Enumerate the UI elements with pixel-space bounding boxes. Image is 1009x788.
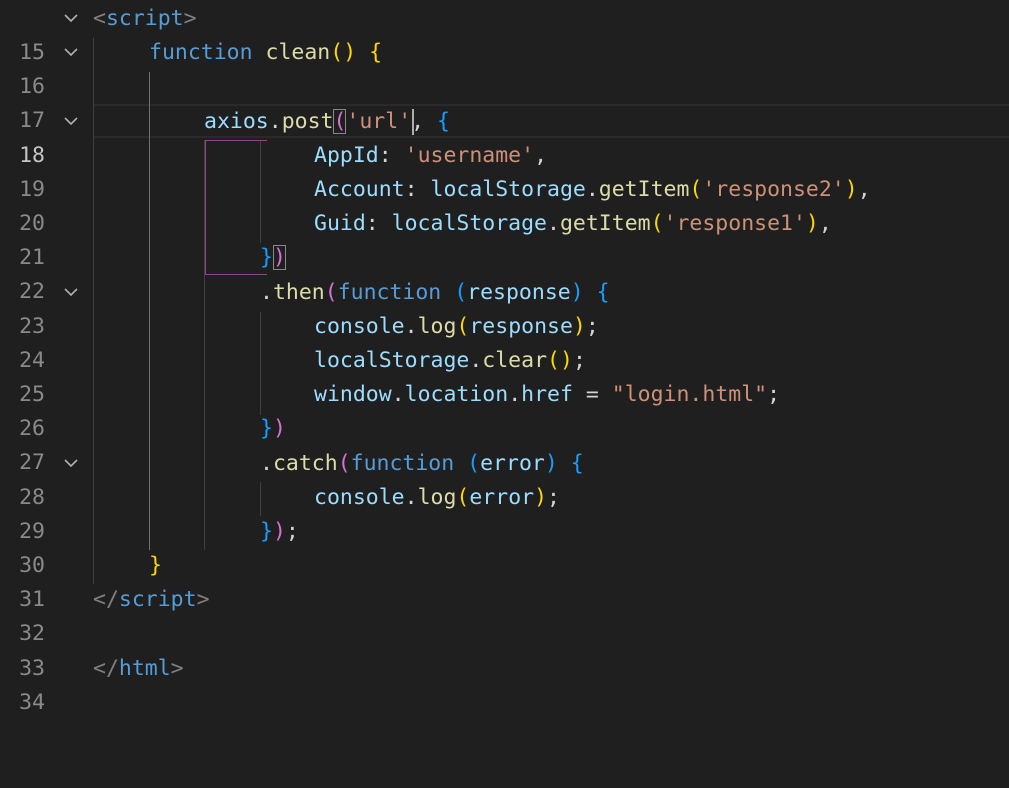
code-text: console.log(response); bbox=[314, 313, 599, 339]
code-line-19[interactable]: 19 AppId: 'username', bbox=[0, 139, 1009, 202]
code-line-32[interactable]: 32 </script> bbox=[0, 583, 1009, 646]
code-line-17[interactable]: 17 bbox=[0, 70, 1009, 133]
code-line-23[interactable]: 23 .then(function (response) { bbox=[0, 276, 1009, 339]
code-text: <script> bbox=[93, 6, 197, 31]
code-text: }); bbox=[260, 519, 299, 544]
code-line-33[interactable]: 33 bbox=[0, 618, 1009, 681]
code-text: }) bbox=[260, 416, 286, 442]
code-line-16[interactable]: 16 function clean() { bbox=[0, 36, 1009, 99]
code-text: Account: localStorage.getItem('response2… bbox=[314, 177, 871, 202]
fold-toggle[interactable] bbox=[62, 447, 82, 481]
code-line-27[interactable]: 27 }) bbox=[0, 412, 1009, 475]
chevron-down-icon bbox=[64, 48, 78, 57]
code-text: localStorage.clear(); bbox=[314, 348, 586, 373]
text-cursor bbox=[412, 109, 414, 135]
code-text: .then(function (response) { bbox=[260, 279, 610, 305]
code-editor[interactable]: 15 <script> 16 function clean() { 17 18 … bbox=[0, 2, 1009, 715]
code-text: window.location.href = "login.html"; bbox=[314, 382, 781, 408]
code-text: </script> bbox=[93, 587, 210, 613]
code-text: AppId: 'username', bbox=[314, 142, 548, 168]
code-line-29[interactable]: 29 console.log(error); bbox=[0, 481, 1009, 544]
code-line-31[interactable]: 31 } bbox=[0, 549, 1009, 612]
code-line-26[interactable]: 26 window.location.href = "login.html"; bbox=[0, 378, 1009, 441]
code-text: }) bbox=[260, 245, 286, 271]
fold-toggle[interactable] bbox=[62, 105, 82, 139]
code-line-24[interactable]: 24 console.log(response); bbox=[0, 310, 1009, 373]
code-text: console.log(error); bbox=[314, 484, 560, 510]
chevron-down-icon bbox=[64, 14, 78, 23]
fold-toggle[interactable] bbox=[62, 276, 82, 310]
code-line-30[interactable]: 30 }); bbox=[0, 515, 1009, 578]
code-line-21[interactable]: 21 Guid: localStorage.getItem('response1… bbox=[0, 207, 1009, 270]
code-line-20[interactable]: 20 Account: localStorage.getItem('respon… bbox=[0, 173, 1009, 236]
fold-toggle[interactable] bbox=[62, 36, 82, 70]
fold-toggle[interactable] bbox=[62, 2, 82, 36]
chevron-down-icon bbox=[64, 288, 78, 296]
line-number: 34 bbox=[19, 689, 45, 715]
code-line-25[interactable]: 25 localStorage.clear(); bbox=[0, 344, 1009, 407]
code-text: </html> bbox=[93, 655, 184, 681]
code-line-28[interactable]: 28 .catch(function (error) { bbox=[0, 447, 1009, 510]
code-text: .catch(function (error) { bbox=[260, 450, 584, 476]
code-text: function clean() { bbox=[149, 40, 383, 66]
code-line-22[interactable]: 22 }) bbox=[0, 241, 1009, 304]
chevron-down-icon bbox=[64, 459, 78, 467]
code-line-34[interactable]: 34 </html> bbox=[0, 652, 1009, 715]
code-text: } bbox=[149, 553, 162, 579]
code-line-15[interactable]: 15 <script> bbox=[0, 2, 1009, 65]
chevron-down-icon bbox=[64, 117, 78, 125]
code-line-18[interactable]: 18 axios.post('url', { bbox=[0, 105, 1009, 168]
code-text: Guid: localStorage.getItem('response1'), bbox=[314, 211, 832, 237]
